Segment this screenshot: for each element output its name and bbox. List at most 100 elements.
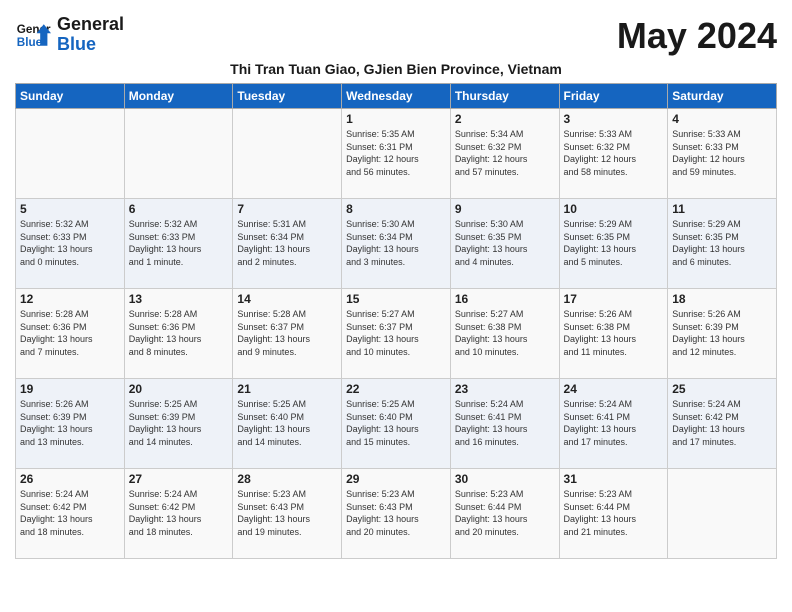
day-info: Sunrise: 5:26 AMSunset: 6:39 PMDaylight:…	[20, 398, 120, 448]
calendar-cell: 5 Sunrise: 5:32 AMSunset: 6:33 PMDaylight…	[16, 199, 125, 289]
calendar-cell: 11 Sunrise: 5:29 AMSunset: 6:35 PMDayligh…	[668, 199, 777, 289]
day-info: Sunrise: 5:25 AMSunset: 6:40 PMDaylight:…	[237, 398, 337, 448]
day-number: 11	[672, 202, 772, 216]
weekday-header-wednesday: Wednesday	[342, 84, 451, 109]
calendar-cell: 17 Sunrise: 5:26 AMSunset: 6:38 PMDayligh…	[559, 289, 668, 379]
weekday-header-tuesday: Tuesday	[233, 84, 342, 109]
calendar-cell: 18 Sunrise: 5:26 AMSunset: 6:39 PMDayligh…	[668, 289, 777, 379]
calendar-week-row: 5 Sunrise: 5:32 AMSunset: 6:33 PMDaylight…	[16, 199, 777, 289]
calendar-subtitle: Thi Tran Tuan Giao, GJien Bien Province,…	[15, 61, 777, 77]
day-info: Sunrise: 5:24 AMSunset: 6:42 PMDaylight:…	[20, 488, 120, 538]
calendar-cell: 12 Sunrise: 5:28 AMSunset: 6:36 PMDayligh…	[16, 289, 125, 379]
calendar-cell: 6 Sunrise: 5:32 AMSunset: 6:33 PMDaylight…	[124, 199, 233, 289]
calendar-body: 1Sunrise: 5:35 AMSunset: 6:31 PMDaylight…	[16, 109, 777, 559]
calendar-cell: 19Sunrise: 5:26 AMSunset: 6:39 PMDayligh…	[16, 379, 125, 469]
calendar-cell: 21 Sunrise: 5:25 AMSunset: 6:40 PMDayligh…	[233, 379, 342, 469]
calendar-cell: 14Sunrise: 5:28 AMSunset: 6:37 PMDayligh…	[233, 289, 342, 379]
day-number: 28	[237, 472, 337, 486]
day-number: 22	[346, 382, 446, 396]
calendar-cell	[16, 109, 125, 199]
day-info: Sunrise: 5:23 AMSunset: 6:44 PMDaylight:…	[455, 488, 555, 538]
day-info: Sunrise: 5:29 AMSunset: 6:35 PMDaylight:…	[564, 218, 664, 268]
calendar-cell: 24Sunrise: 5:24 AMSunset: 6:41 PMDayligh…	[559, 379, 668, 469]
day-number: 16	[455, 292, 555, 306]
calendar-week-row: 1Sunrise: 5:35 AMSunset: 6:31 PMDaylight…	[16, 109, 777, 199]
day-number: 23	[455, 382, 555, 396]
calendar-cell: 4Sunrise: 5:33 AMSunset: 6:33 PMDaylight…	[668, 109, 777, 199]
day-info: Sunrise: 5:34 AMSunset: 6:32 PMDaylight:…	[455, 128, 555, 178]
day-number: 2	[455, 112, 555, 126]
calendar-cell: 27 Sunrise: 5:24 AMSunset: 6:42 PMDayligh…	[124, 469, 233, 559]
calendar-cell: 31Sunrise: 5:23 AMSunset: 6:44 PMDayligh…	[559, 469, 668, 559]
calendar-cell	[124, 109, 233, 199]
day-number: 5	[20, 202, 120, 216]
day-number: 8	[346, 202, 446, 216]
day-info: Sunrise: 5:35 AMSunset: 6:31 PMDaylight:…	[346, 128, 446, 178]
day-number: 4	[672, 112, 772, 126]
calendar-cell: 9Sunrise: 5:30 AMSunset: 6:35 PMDaylight…	[450, 199, 559, 289]
day-number: 18	[672, 292, 772, 306]
calendar-week-row: 19Sunrise: 5:26 AMSunset: 6:39 PMDayligh…	[16, 379, 777, 469]
day-info: Sunrise: 5:28 AMSunset: 6:36 PMDaylight:…	[20, 308, 120, 358]
calendar-cell: 29 Sunrise: 5:23 AMSunset: 6:43 PMDayligh…	[342, 469, 451, 559]
day-number: 6	[129, 202, 229, 216]
day-number: 25	[672, 382, 772, 396]
day-number: 15	[346, 292, 446, 306]
calendar-cell: 3Sunrise: 5:33 AMSunset: 6:32 PMDaylight…	[559, 109, 668, 199]
day-info: Sunrise: 5:23 AMSunset: 6:43 PMDaylight:…	[346, 488, 446, 538]
calendar-cell: 8 Sunrise: 5:30 AMSunset: 6:34 PMDaylight…	[342, 199, 451, 289]
day-info: Sunrise: 5:28 AMSunset: 6:37 PMDaylight:…	[237, 308, 337, 358]
day-number: 12	[20, 292, 120, 306]
day-number: 27	[129, 472, 229, 486]
day-number: 26	[20, 472, 120, 486]
calendar-cell: 20 Sunrise: 5:25 AMSunset: 6:39 PMDayligh…	[124, 379, 233, 469]
day-number: 20	[129, 382, 229, 396]
day-info: Sunrise: 5:24 AMSunset: 6:42 PMDaylight:…	[672, 398, 772, 448]
day-info: Sunrise: 5:25 AMSunset: 6:40 PMDaylight:…	[346, 398, 446, 448]
day-number: 24	[564, 382, 664, 396]
day-number: 17	[564, 292, 664, 306]
calendar-cell	[233, 109, 342, 199]
day-info: Sunrise: 5:32 AMSunset: 6:33 PMDaylight:…	[129, 218, 229, 268]
day-info: Sunrise: 5:23 AMSunset: 6:44 PMDaylight:…	[564, 488, 664, 538]
logo-text: General Blue	[57, 15, 124, 55]
day-info: Sunrise: 5:32 AMSunset: 6:33 PMDaylight:…	[20, 218, 120, 268]
svg-text:Blue: Blue	[17, 36, 43, 49]
day-info: Sunrise: 5:30 AMSunset: 6:34 PMDaylight:…	[346, 218, 446, 268]
month-title: May 2024	[617, 15, 777, 57]
logo: General Blue General Blue	[15, 15, 124, 55]
calendar-week-row: 12 Sunrise: 5:28 AMSunset: 6:36 PMDayligh…	[16, 289, 777, 379]
day-number: 29	[346, 472, 446, 486]
calendar-week-row: 26 Sunrise: 5:24 AMSunset: 6:42 PMDayligh…	[16, 469, 777, 559]
day-info: Sunrise: 5:26 AMSunset: 6:39 PMDaylight:…	[672, 308, 772, 358]
day-number: 3	[564, 112, 664, 126]
day-info: Sunrise: 5:24 AMSunset: 6:41 PMDaylight:…	[455, 398, 555, 448]
day-number: 10	[564, 202, 664, 216]
weekday-header-row: SundayMondayTuesdayWednesdayThursdayFrid…	[16, 84, 777, 109]
day-info: Sunrise: 5:30 AMSunset: 6:35 PMDaylight:…	[455, 218, 555, 268]
day-info: Sunrise: 5:27 AMSunset: 6:38 PMDaylight:…	[455, 308, 555, 358]
calendar-cell	[668, 469, 777, 559]
weekday-header-monday: Monday	[124, 84, 233, 109]
calendar-cell: 28 Sunrise: 5:23 AMSunset: 6:43 PMDayligh…	[233, 469, 342, 559]
day-number: 13	[129, 292, 229, 306]
calendar-cell: 1Sunrise: 5:35 AMSunset: 6:31 PMDaylight…	[342, 109, 451, 199]
calendar-cell: 15 Sunrise: 5:27 AMSunset: 6:37 PMDayligh…	[342, 289, 451, 379]
day-number: 21	[237, 382, 337, 396]
weekday-header-saturday: Saturday	[668, 84, 777, 109]
day-info: Sunrise: 5:28 AMSunset: 6:36 PMDaylight:…	[129, 308, 229, 358]
calendar-cell: 22 Sunrise: 5:25 AMSunset: 6:40 PMDayligh…	[342, 379, 451, 469]
day-info: Sunrise: 5:25 AMSunset: 6:39 PMDaylight:…	[129, 398, 229, 448]
day-info: Sunrise: 5:24 AMSunset: 6:42 PMDaylight:…	[129, 488, 229, 538]
calendar-header: SundayMondayTuesdayWednesdayThursdayFrid…	[16, 84, 777, 109]
day-number: 30	[455, 472, 555, 486]
day-number: 7	[237, 202, 337, 216]
calendar-cell: 30 Sunrise: 5:23 AMSunset: 6:44 PMDayligh…	[450, 469, 559, 559]
logo-icon: General Blue	[15, 17, 51, 53]
calendar-cell: 2 Sunrise: 5:34 AMSunset: 6:32 PMDaylight…	[450, 109, 559, 199]
day-info: Sunrise: 5:27 AMSunset: 6:37 PMDaylight:…	[346, 308, 446, 358]
calendar-cell: 13 Sunrise: 5:28 AMSunset: 6:36 PMDayligh…	[124, 289, 233, 379]
day-info: Sunrise: 5:23 AMSunset: 6:43 PMDaylight:…	[237, 488, 337, 538]
day-info: Sunrise: 5:29 AMSunset: 6:35 PMDaylight:…	[672, 218, 772, 268]
day-info: Sunrise: 5:26 AMSunset: 6:38 PMDaylight:…	[564, 308, 664, 358]
